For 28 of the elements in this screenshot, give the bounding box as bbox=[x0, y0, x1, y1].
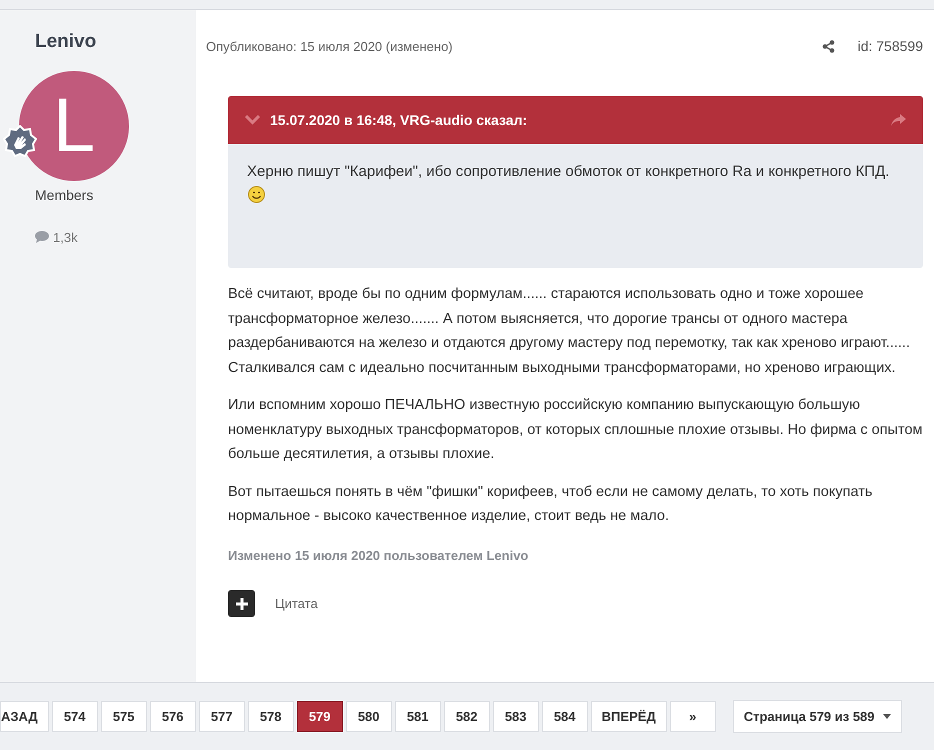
page-button[interactable]: 581 bbox=[394, 701, 441, 732]
author-name[interactable]: Lenivo bbox=[35, 28, 196, 56]
edited-note: Изменено 15 июля 2020 пользователем Lenivo bbox=[228, 546, 530, 564]
post-paragraph: Или вспомним хорошо ПЕЧАЛЬНО известную российскую компанию выпускающую большую номенклатуру выходных трансформаторов, от которых сплошные плохие отзывы. Но фирма с опытом больше десятилетия, а отзывы плохие. bbox=[228, 396, 923, 464]
page-button[interactable]: 584 bbox=[542, 701, 588, 732]
post-count: 1,3k bbox=[53, 228, 78, 246]
page-button[interactable]: 583 bbox=[492, 701, 539, 732]
post-id[interactable]: id: 758599 bbox=[858, 36, 923, 57]
member-group: Members bbox=[35, 184, 196, 206]
page-button[interactable]: 582 bbox=[444, 701, 490, 732]
post-paragraph: Вот пытаешься понять в чём "фишки" корифеев, чтоб если не самому делать, то хоть покупать нормальное - высоко качественное изделие, стоит ведь не мало. bbox=[228, 482, 874, 526]
page-button[interactable]: 579 bbox=[296, 701, 343, 732]
page-select[interactable]: Страница 579 из 589 bbox=[732, 700, 902, 733]
published-date: Опубликовано: 15 июля 2020 (изменено) bbox=[206, 38, 453, 56]
page-button[interactable]: » bbox=[670, 701, 716, 732]
page-button[interactable]: 575 bbox=[100, 701, 147, 732]
quote-author[interactable]: 15.07.2020 в 16:48, VRG-audio сказал: bbox=[270, 110, 528, 130]
page-button[interactable]: АЗАД bbox=[0, 701, 49, 732]
page-button[interactable]: 574 bbox=[52, 701, 98, 732]
page-button[interactable]: ВПЕРЁД bbox=[590, 701, 667, 732]
page-button[interactable]: 580 bbox=[346, 701, 392, 732]
avatar[interactable]: L bbox=[19, 70, 129, 180]
page-button[interactable]: 577 bbox=[198, 701, 245, 732]
quote-text: Херню пишут "Карифеи", ибо сопротивление обмоток от конкретного Ra и конкретного КПД. bbox=[228, 144, 923, 208]
page-button[interactable]: 576 bbox=[150, 701, 196, 732]
post-paragraph: Всё считают, вроде бы по одним формулам...... стараются использовать одно и тоже хорошее трансформаторное железо....... А потом выясняется, что дорогие трансы от одного мастера раздербаниваются на железо и отдаются другому мастеру под перемотку, так как хреново играют...... Сталкивался сам с идеально посчитанным выходными трансформаторами, но хреново играющих. bbox=[228, 285, 911, 378]
quote-button[interactable]: Цитата bbox=[275, 594, 318, 614]
page-button[interactable]: 578 bbox=[248, 701, 294, 732]
